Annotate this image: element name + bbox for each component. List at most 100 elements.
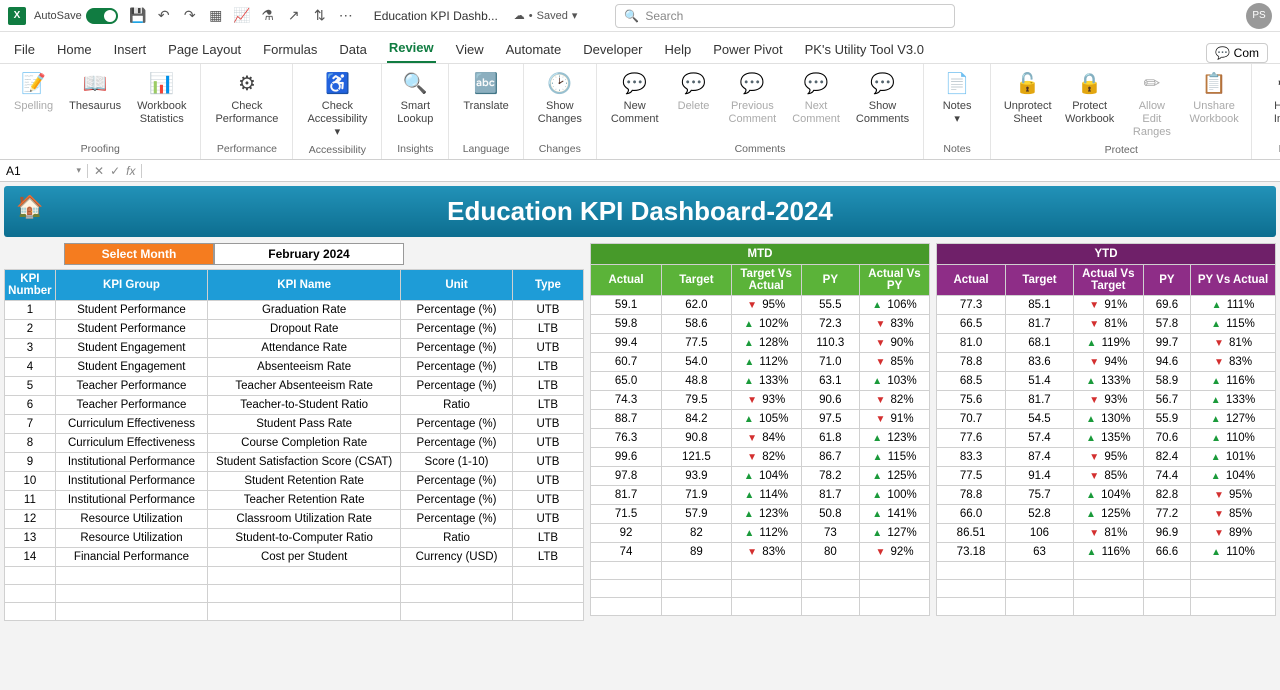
table-row[interactable]: 88.784.2▲ 105%97.5▼ 91%	[591, 410, 930, 429]
table-row[interactable]: 5Teacher PerformanceTeacher Absenteeism …	[5, 377, 584, 396]
table-row[interactable]: 60.754.0▲ 112%71.0▼ 85%	[591, 353, 930, 372]
table-row[interactable]: 78.875.7▲ 104%82.8▼ 95%	[937, 486, 1276, 505]
table-row[interactable]: 83.387.4▼ 95%82.4▲ 101%	[937, 448, 1276, 467]
table-row	[5, 585, 584, 603]
table-row[interactable]: 66.581.7▼ 81%57.8▲ 115%	[937, 315, 1276, 334]
table-row[interactable]: 68.551.4▲ 133%58.9▲ 116%	[937, 372, 1276, 391]
ribbon-group-insights: 🔍SmartLookupInsights	[382, 64, 449, 159]
cloud-icon: ☁	[514, 9, 525, 22]
customize-qat-icon[interactable]: ⋯	[338, 8, 354, 24]
table-row[interactable]: 70.754.5▲ 130%55.9▲ 127%	[937, 410, 1276, 429]
col-header: Unit	[401, 270, 513, 301]
tab-home[interactable]: Home	[55, 36, 94, 63]
share-icon[interactable]: ↗	[286, 8, 302, 24]
tab-automate[interactable]: Automate	[504, 36, 564, 63]
table-row[interactable]: 59.858.6▲ 102%72.3▼ 83%	[591, 315, 930, 334]
filter-icon[interactable]: ⚗	[260, 8, 276, 24]
table-row[interactable]: 77.591.4▼ 85%74.4▲ 104%	[937, 467, 1276, 486]
ribbon-btn-thesaurus[interactable]: 📖Thesaurus	[63, 68, 127, 115]
table-row[interactable]: 4Student EngagementAbsenteeism RatePerce…	[5, 358, 584, 377]
ribbon-btn-workbook-statistics[interactable]: 📊WorkbookStatistics	[131, 68, 192, 128]
ribbon-btn-unprotect-sheet[interactable]: 🔓UnprotectSheet	[999, 68, 1056, 128]
table-row[interactable]: 59.162.0▼ 95%55.5▲ 106%	[591, 296, 930, 315]
kpi-definition-table: KPINumberKPI GroupKPI NameUnitType 1Stud…	[4, 269, 584, 621]
tab-review[interactable]: Review	[387, 34, 436, 63]
autosave-toggle-group[interactable]: AutoSave	[34, 8, 118, 24]
table-row[interactable]: 2Student PerformanceDropout RatePercenta…	[5, 320, 584, 339]
dashboard-title-bar: 🏠 Education KPI Dashboard-2024	[4, 186, 1276, 237]
ribbon-btn-new-comment[interactable]: 💬NewComment	[605, 68, 665, 128]
ribbon-btn-check-accessibility-[interactable]: ♿CheckAccessibility ▾	[301, 68, 373, 142]
table-row[interactable]: 7489▼ 83%80▼ 92%	[591, 543, 930, 562]
table-row[interactable]: 1Student PerformanceGraduation RatePerce…	[5, 301, 584, 320]
tab-page-layout[interactable]: Page Layout	[166, 36, 243, 63]
tab-formulas[interactable]: Formulas	[261, 36, 319, 63]
table-row[interactable]: 11Institutional PerformanceTeacher Reten…	[5, 491, 584, 510]
table-row[interactable]: 99.477.5▲ 128%110.3▼ 90%	[591, 334, 930, 353]
col-header: Target	[1006, 265, 1074, 296]
table-row[interactable]: 14Financial PerformanceCost per StudentC…	[5, 548, 584, 567]
table-row[interactable]: 6Teacher PerformanceTeacher-to-Student R…	[5, 396, 584, 415]
name-box[interactable]: A1▾	[0, 164, 88, 178]
table-row[interactable]: 74.379.5▼ 93%90.6▼ 82%	[591, 391, 930, 410]
tab-file[interactable]: File	[12, 36, 37, 63]
table-row[interactable]: 77.657.4▲ 135%70.6▲ 110%	[937, 429, 1276, 448]
col-header: Actual	[591, 265, 662, 296]
table-row[interactable]: 7Curriculum EffectivenessStudent Pass Ra…	[5, 415, 584, 434]
ribbon-icon: 💬	[621, 70, 649, 98]
cancel-icon[interactable]: ✕	[94, 164, 104, 178]
comments-button[interactable]: 💬 Com	[1206, 43, 1268, 63]
ribbon-btn-notes-[interactable]: 📄Notes▾	[932, 68, 982, 128]
home-icon[interactable]: 🏠	[16, 194, 43, 220]
table-row[interactable]: 99.6121.5▼ 82%86.7▲ 115%	[591, 448, 930, 467]
user-avatar[interactable]: PS	[1246, 3, 1272, 29]
undo-icon[interactable]: ↶	[156, 8, 172, 24]
table-row[interactable]: 78.883.6▼ 94%94.6▼ 83%	[937, 353, 1276, 372]
table-row[interactable]: 81.771.9▲ 114%81.7▲ 100%	[591, 486, 930, 505]
tab-pk-s-utility-tool-v3-0[interactable]: PK's Utility Tool V3.0	[803, 36, 926, 63]
search-input[interactable]: 🔍 Search	[615, 4, 955, 28]
table-row[interactable]: 97.893.9▲ 104%78.2▲ 125%	[591, 467, 930, 486]
ribbon-btn-smart-lookup[interactable]: 🔍SmartLookup	[390, 68, 440, 128]
sort-icon[interactable]: ⇅	[312, 8, 328, 24]
table-row[interactable]: 77.385.1▼ 91%69.6▲ 111%	[937, 296, 1276, 315]
fx-icon[interactable]: fx	[126, 164, 135, 178]
save-icon[interactable]: 💾	[130, 8, 146, 24]
ribbon-btn-show-changes[interactable]: 🕑ShowChanges	[532, 68, 588, 128]
table-row[interactable]: 3Student EngagementAttendance RatePercen…	[5, 339, 584, 358]
table-row[interactable]: 76.390.8▼ 84%61.8▲ 123%	[591, 429, 930, 448]
grid-icon[interactable]: ▦	[208, 8, 224, 24]
table-row[interactable]: 13Resource UtilizationStudent-to-Compute…	[5, 529, 584, 548]
table-row[interactable]: 65.048.8▲ 133%63.1▲ 103%	[591, 372, 930, 391]
ribbon-btn-show-comments[interactable]: 💬ShowComments	[850, 68, 915, 128]
tab-view[interactable]: View	[454, 36, 486, 63]
table-row[interactable]: 12Resource UtilizationClassroom Utilizat…	[5, 510, 584, 529]
tab-developer[interactable]: Developer	[581, 36, 644, 63]
enter-icon[interactable]: ✓	[110, 164, 120, 178]
table-row[interactable]: 66.052.8▲ 125%77.2▼ 85%	[937, 505, 1276, 524]
ribbon-tabs: File Home Insert Page Layout Formulas Data Rev…	[0, 32, 1280, 64]
table-row[interactable]: 9Institutional PerformanceStudent Satisf…	[5, 453, 584, 472]
table-row[interactable]: 73.1863▲ 116%66.6▲ 110%	[937, 543, 1276, 562]
redo-icon[interactable]: ↷	[182, 8, 198, 24]
tab-insert[interactable]: Insert	[112, 36, 149, 63]
ribbon-btn-protect-workbook[interactable]: 🔒ProtectWorkbook	[1060, 68, 1119, 128]
chart-icon[interactable]: 📈	[234, 8, 250, 24]
ribbon-btn-translate[interactable]: 🔤Translate	[457, 68, 514, 115]
table-row[interactable]: 81.068.1▲ 119%99.7▼ 81%	[937, 334, 1276, 353]
table-row[interactable]: 86.51106▼ 81%96.9▼ 89%	[937, 524, 1276, 543]
table-row[interactable]: 8Curriculum EffectivenessCourse Completi…	[5, 434, 584, 453]
table-row[interactable]: 10Institutional PerformanceStudent Reten…	[5, 472, 584, 491]
selected-month[interactable]: February 2024	[214, 243, 404, 265]
table-row[interactable]: 9282▲ 112%73▲ 127%	[591, 524, 930, 543]
tab-data[interactable]: Data	[337, 36, 368, 63]
table-row[interactable]: 71.557.9▲ 123%50.8▲ 141%	[591, 505, 930, 524]
ribbon-btn-hide-ink-[interactable]: ✒HideInk ▾	[1260, 68, 1280, 128]
ribbon-btn-check-performance[interactable]: ⚙CheckPerformance	[209, 68, 284, 128]
tab-power-pivot[interactable]: Power Pivot	[711, 36, 784, 63]
col-header: Target	[662, 265, 732, 296]
tab-help[interactable]: Help	[663, 36, 694, 63]
table-row[interactable]: 75.681.7▼ 93%56.7▲ 133%	[937, 391, 1276, 410]
save-status[interactable]: ☁ • Saved ▾	[514, 9, 578, 22]
autosave-switch[interactable]	[86, 8, 118, 24]
